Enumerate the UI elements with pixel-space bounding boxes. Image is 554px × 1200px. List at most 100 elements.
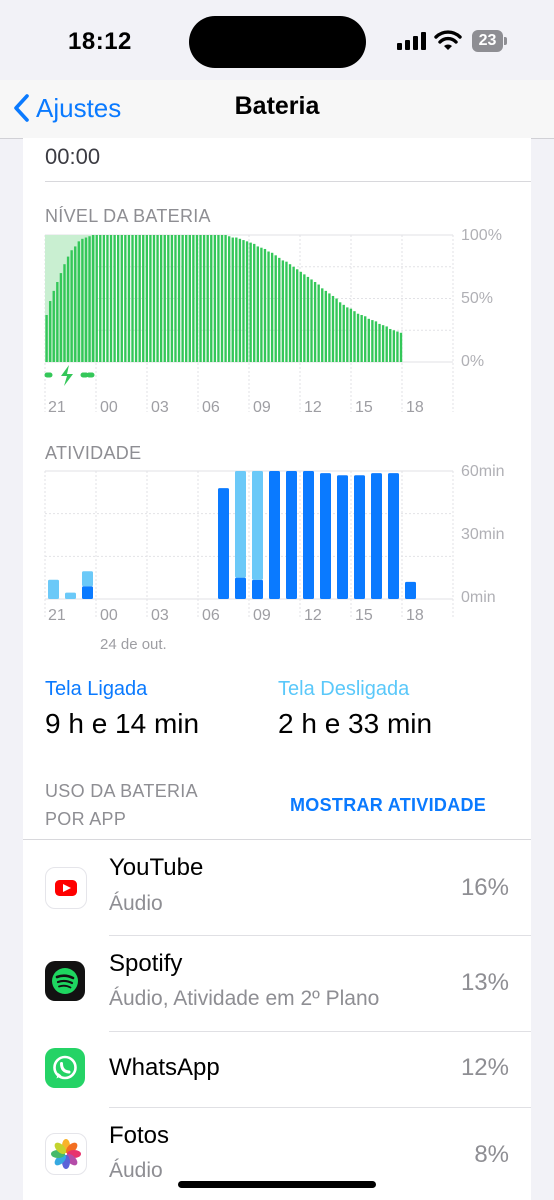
- y-tick-label: 100%: [461, 227, 502, 244]
- battery-bar: [192, 235, 195, 362]
- app-row-spotify[interactable]: Spotify Áudio, Atividade em 2º Plano 13%: [23, 936, 531, 1032]
- x-tick-label: 09: [253, 399, 271, 416]
- battery-bar: [170, 235, 174, 362]
- x-tick-label: 15: [355, 607, 373, 624]
- battery-bar: [124, 235, 127, 362]
- battery-bar: [392, 330, 396, 362]
- battery-bar: [313, 281, 317, 362]
- battery-level-chart[interactable]: [23, 230, 531, 420]
- battery-bar: [48, 301, 52, 362]
- battery-bar: [145, 235, 149, 362]
- battery-bar: [367, 318, 370, 362]
- battery-bar: [253, 243, 256, 362]
- battery-bar: [338, 302, 342, 362]
- battery-bar: [288, 264, 292, 362]
- battery-bar: [106, 235, 109, 362]
- battery-bar: [346, 307, 349, 362]
- x-tick-label: 12: [304, 399, 322, 416]
- battery-card: 00:00 NÍVEL DA BATERIA 100% 50% 0% 21 00…: [23, 138, 531, 1200]
- battery-bar: [127, 235, 131, 362]
- battery-bar: [174, 235, 177, 362]
- battery-level-title: NÍVEL DA BATERIA: [45, 206, 211, 226]
- battery-bar: [113, 235, 116, 362]
- activity-bar-on: [303, 471, 314, 599]
- battery-bar: [91, 235, 95, 362]
- battery-bar: [396, 331, 399, 362]
- battery-bar: [378, 323, 381, 362]
- y-tick-label: 0min: [461, 589, 496, 606]
- wifi-icon: [434, 30, 462, 50]
- activity-bar-on: [286, 471, 297, 599]
- battery-bar: [256, 246, 259, 362]
- x-tick-label: 06: [202, 399, 220, 416]
- app-row-whatsapp[interactable]: WhatsApp 12%: [23, 1032, 531, 1108]
- battery-bar: [138, 235, 141, 362]
- battery-bar: [77, 241, 80, 362]
- x-tick-label: 03: [151, 399, 169, 416]
- battery-bar: [120, 235, 123, 362]
- battery-bar: [335, 298, 338, 362]
- activity-bar-on: [371, 473, 382, 599]
- screen-on-label: Tela Ligada: [45, 678, 148, 700]
- battery-bar: [88, 236, 91, 362]
- battery-bar: [364, 316, 367, 362]
- status-time: 18:12: [68, 28, 132, 55]
- battery-bar: [399, 332, 403, 362]
- dynamic-island: [189, 16, 366, 68]
- activity-title: ATIVIDADE: [45, 443, 142, 463]
- app-subtitle: Áudio: [109, 1159, 163, 1182]
- battery-bar: [263, 248, 267, 362]
- battery-bar: [324, 290, 328, 362]
- screen-on-value: 9 h e 14 min: [45, 708, 200, 739]
- app-row-youtube[interactable]: YouTube Áudio 16%: [23, 840, 531, 936]
- x-tick-label: 18: [406, 607, 424, 624]
- activity-bar-on: [320, 473, 331, 599]
- screen-off-label: Tela Desligada: [278, 678, 410, 700]
- show-activity-button[interactable]: MOSTRAR ATIVIDADE: [290, 795, 486, 816]
- battery-bar: [245, 241, 249, 362]
- battery-bar: [278, 257, 281, 362]
- activity-bar-on: [354, 475, 365, 599]
- activity-bar-on: [82, 586, 93, 599]
- x-tick-label: 15: [355, 399, 373, 416]
- y-tick-label: 0%: [461, 353, 485, 370]
- battery-bar: [331, 295, 335, 362]
- whatsapp-icon: [45, 1048, 85, 1088]
- battery-bar: [134, 235, 138, 362]
- screen-off-value: 2 h e 33 min: [278, 708, 433, 739]
- battery-bar: [102, 235, 106, 362]
- app-name: YouTube: [109, 854, 204, 881]
- battery-bar: [167, 235, 170, 362]
- battery-bar: [99, 235, 102, 362]
- activity-bar-off: [235, 471, 246, 578]
- app-name: Fotos: [109, 1122, 170, 1149]
- battery-bar: [389, 328, 392, 362]
- battery-bar: [299, 271, 302, 362]
- app-percent: 13%: [460, 969, 509, 996]
- battery-bar: [195, 235, 199, 362]
- battery-bar: [321, 288, 324, 362]
- battery-bar: [281, 260, 285, 362]
- battery-bar: [213, 235, 217, 362]
- activity-bar-on: [218, 488, 229, 599]
- battery-bar: [63, 264, 66, 362]
- x-tick-label: 00: [100, 607, 118, 624]
- date-label: 24 de out.: [100, 636, 167, 653]
- battery-bar: [217, 235, 220, 362]
- cellular-signal-icon: [397, 32, 426, 50]
- battery-level: 23: [478, 32, 497, 49]
- battery-bar: [317, 284, 320, 362]
- x-tick-label: 12: [304, 607, 322, 624]
- battery-bar: [185, 235, 188, 362]
- battery-bar: [45, 315, 48, 362]
- app-percent: 8%: [474, 1141, 509, 1168]
- activity-bar-off: [82, 571, 93, 587]
- activity-chart[interactable]: [23, 468, 531, 628]
- battery-bar: [385, 326, 388, 362]
- x-tick-label: 21: [48, 607, 66, 624]
- battery-bar: [95, 235, 98, 362]
- battery-bar: [374, 321, 378, 362]
- battery-bar: [74, 246, 77, 362]
- activity-bar-on: [405, 581, 416, 599]
- battery-bar: [356, 313, 360, 362]
